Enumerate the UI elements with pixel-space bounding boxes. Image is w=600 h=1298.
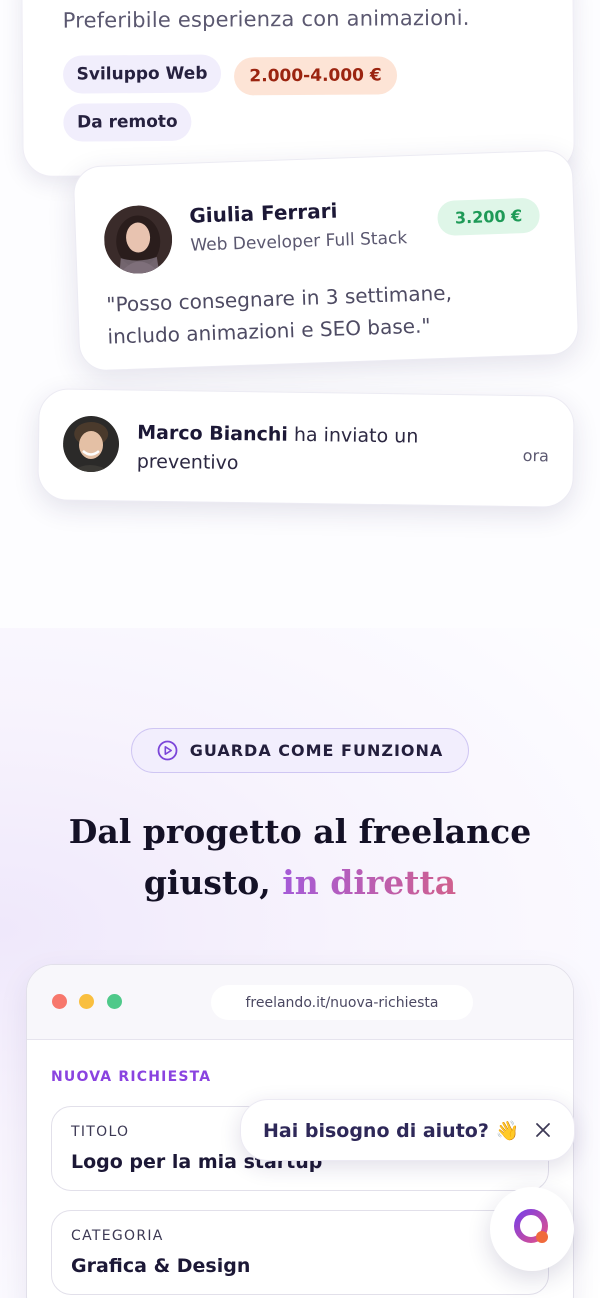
job-description: Preferibile esperienza con animazioni. (62, 5, 470, 33)
category-field[interactable]: CATEGORIA Grafica & Design (51, 1210, 549, 1295)
tag-category: Sviluppo Web (62, 54, 222, 94)
close-icon[interactable] (529, 1116, 557, 1144)
notification-time: ora (522, 446, 550, 466)
avatar-marco (62, 415, 120, 473)
proposal-name: Giulia Ferrari (188, 198, 338, 228)
notification-card: Marco Bianchi ha inviato un preventivo o… (37, 388, 575, 508)
heading-accent: in diretta (282, 863, 457, 902)
price-badge: 3.200 € (436, 197, 541, 237)
job-card: Preferibile esperienza con animazioni. S… (21, 0, 575, 177)
window-minimize-dot (79, 994, 94, 1009)
help-bubble[interactable]: Hai bisogno di aiuto? 👋 (240, 1099, 575, 1161)
play-circle-icon (157, 740, 178, 761)
tag-budget: 2.000-4.000 € (233, 56, 398, 96)
window-maximize-dot (107, 994, 122, 1009)
chat-launcher-button[interactable] (490, 1187, 574, 1271)
section-heading: Dal progetto al freelance giusto, in dir… (0, 806, 600, 908)
pill-label: GUARDA COME FUNZIONA (189, 741, 444, 760)
category-field-value: Grafica & Design (71, 1255, 251, 1277)
avatar-giulia (102, 204, 174, 275)
notification-sender: Marco Bianchi (137, 421, 289, 446)
form-title: NUOVA RICHIESTA (51, 1069, 212, 1085)
hero-illustration-area: Preferibile esperienza con animazioni. S… (0, 0, 600, 628)
tag-remote: Da remoto (63, 102, 192, 142)
heading-line1: Dal progetto al freelance (68, 812, 532, 851)
category-field-label: CATEGORIA (71, 1228, 164, 1244)
proposal-role: Web Developer Full Stack (190, 228, 408, 256)
chat-logo-icon (510, 1205, 554, 1253)
help-bubble-text: Hai bisogno di aiuto? 👋 (263, 1120, 520, 1142)
heading-line2: giusto, in diretta (0, 857, 600, 908)
browser-toolbar: freelando.it/nuova-richiesta (27, 965, 573, 1040)
url-bar: freelando.it/nuova-richiesta (211, 985, 473, 1020)
window-close-dot (52, 994, 67, 1009)
title-field-label: TITOLO (71, 1124, 130, 1140)
watch-how-it-works-button[interactable]: GUARDA COME FUNZIONA (131, 728, 469, 773)
notification-text: Marco Bianchi ha inviato un preventivo (137, 419, 478, 482)
proposal-card: Giulia Ferrari Web Developer Full Stack … (72, 149, 580, 372)
heading-plain: giusto, (143, 863, 271, 902)
